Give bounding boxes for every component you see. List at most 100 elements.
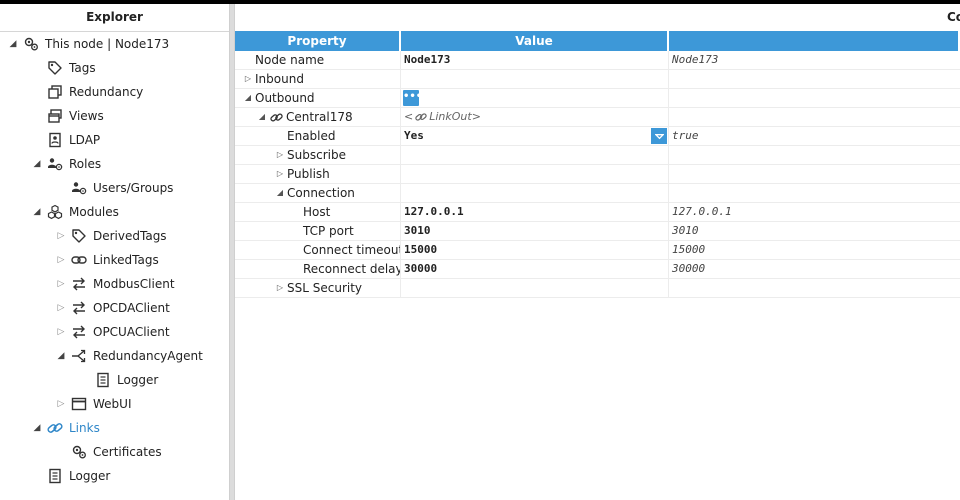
config-panel-header: Co	[235, 4, 960, 32]
config-panel: Co Property Value Node name Node173 Node…	[235, 4, 960, 500]
gears-icon	[22, 35, 40, 53]
value-cell: < LinkOut>	[401, 108, 669, 126]
collapsed-arrow-icon[interactable]: ▷	[275, 279, 285, 297]
column-header-raw[interactable]	[669, 31, 960, 51]
enabled-dropdown[interactable]: Yes	[401, 127, 669, 145]
config-panel-title: Co	[947, 10, 960, 24]
tree-item-links[interactable]: ◢ Links	[32, 416, 100, 440]
dropdown-button[interactable]	[651, 128, 667, 144]
collapsed-arrow-icon[interactable]: ▷	[56, 248, 66, 272]
tree-item-modules[interactable]: ◢ Modules	[32, 200, 119, 224]
property-row-node-name[interactable]: Node name Node173 Node173	[235, 51, 960, 70]
windows-icon	[46, 107, 64, 125]
property-row-connect-timeout[interactable]: Connect timeout 15000 15000	[235, 241, 960, 260]
property-row-host[interactable]: Host 127.0.0.1 127.0.0.1	[235, 203, 960, 222]
collapsed-arrow-icon[interactable]: ▷	[243, 70, 253, 88]
raw-value-cell	[669, 70, 960, 88]
tree-item-ldap[interactable]: LDAP	[32, 128, 100, 152]
tree-item-linkedtags[interactable]: ▷ LinkedTags	[56, 248, 159, 272]
property-row-connection[interactable]: ◢ Connection	[235, 184, 960, 203]
explorer-panel: Explorer ◢ This node | Node173 Tags Redu…	[0, 4, 229, 500]
tag-icon	[70, 227, 88, 245]
tree-item-redundancy[interactable]: Redundancy	[32, 80, 143, 104]
value-cell[interactable]: 3010	[401, 222, 669, 240]
book-icon	[46, 467, 64, 485]
value-cell[interactable]: 127.0.0.1	[401, 203, 669, 221]
collapsed-arrow-icon[interactable]: ▷	[275, 165, 285, 183]
gears-icon	[70, 443, 88, 461]
property-row-central178[interactable]: ◢ Central178 < LinkOut>	[235, 108, 960, 127]
value-cell	[401, 165, 669, 183]
users-gear-icon	[46, 155, 64, 173]
property-row-ssl-security[interactable]: ▷ SSL Security	[235, 279, 960, 298]
value-cell[interactable]: 30000	[401, 260, 669, 278]
property-row-tcp-port[interactable]: TCP port 3010 3010	[235, 222, 960, 241]
tree-item-derivedtags[interactable]: ▷ DerivedTags	[56, 224, 167, 248]
column-header-property[interactable]: Property	[235, 31, 401, 51]
tree-item-opcuaclient[interactable]: ▷ OPCUAClient	[56, 320, 170, 344]
property-row-enabled[interactable]: Enabled Yes true	[235, 127, 960, 146]
tree-item-opcdaclient[interactable]: ▷ OPCDAClient	[56, 296, 170, 320]
tree-item-label: This node | Node173	[45, 37, 170, 51]
tree-item-certificates[interactable]: Certificates	[56, 440, 162, 464]
tree-item-roles[interactable]: ◢ Roles	[32, 152, 102, 176]
arrows-exchange-icon	[70, 299, 88, 317]
column-header-value[interactable]: Value	[401, 31, 669, 51]
expanded-arrow-icon[interactable]: ◢	[243, 89, 253, 107]
value-cell[interactable]: 15000	[401, 241, 669, 259]
tree-item-webui[interactable]: ▷ WebUI	[56, 392, 132, 416]
tree-item-logger[interactable]: Logger	[32, 464, 110, 488]
value-cell	[401, 146, 669, 164]
tree-item-users-groups[interactable]: Users/Groups	[56, 176, 173, 200]
raw-value-cell: 15000	[672, 243, 706, 256]
tree-item-this-node[interactable]: ◢ This node | Node173	[8, 32, 170, 56]
collapsed-arrow-icon[interactable]: ▷	[56, 320, 66, 344]
collapsed-arrow-icon[interactable]: ▷	[56, 392, 66, 416]
value-cell	[401, 279, 669, 297]
tree-item-tags[interactable]: Tags	[32, 56, 96, 80]
value-cell	[401, 70, 669, 88]
raw-value-cell: 127.0.0.1	[672, 205, 732, 218]
ldap-icon	[46, 131, 64, 149]
arrows-exchange-icon	[70, 275, 88, 293]
tree-item-redundancyagent[interactable]: ◢ RedundancyAgent	[56, 344, 203, 368]
link-icon	[70, 251, 88, 269]
raw-value-cell: 30000	[672, 262, 706, 275]
property-row-subscribe[interactable]: ▷ Subscribe	[235, 146, 960, 165]
raw-value-cell	[669, 279, 960, 297]
value-cell: •••	[401, 89, 669, 107]
property-row-reconnect-delay[interactable]: Reconnect delay 30000 30000	[235, 260, 960, 279]
expanded-arrow-icon[interactable]: ◢	[32, 200, 42, 224]
raw-value-cell	[669, 146, 960, 164]
book-icon	[94, 371, 112, 389]
collapsed-arrow-icon[interactable]: ▷	[56, 296, 66, 320]
linkout-value: < LinkOut>	[404, 110, 481, 124]
explorer-title: Explorer	[0, 4, 229, 32]
collapsed-arrow-icon[interactable]: ▷	[275, 146, 285, 164]
expanded-arrow-icon[interactable]: ◢	[32, 152, 42, 176]
expanded-arrow-icon[interactable]: ◢	[257, 108, 267, 126]
raw-value-cell	[669, 184, 960, 202]
expanded-arrow-icon[interactable]: ◢	[8, 32, 18, 56]
tree-item-modbusclient[interactable]: ▷ ModbusClient	[56, 272, 175, 296]
expanded-arrow-icon[interactable]: ◢	[56, 344, 66, 368]
value-cell[interactable]: Node173	[401, 51, 669, 69]
property-row-inbound[interactable]: ▷ Inbound	[235, 70, 960, 89]
users-gear-icon	[70, 179, 88, 197]
more-options-button[interactable]: •••	[403, 90, 422, 106]
expanded-arrow-icon[interactable]: ◢	[32, 416, 42, 440]
tree-item-logger-module[interactable]: Logger	[80, 368, 158, 392]
link-icon	[414, 110, 428, 124]
chevron-down-icon	[654, 133, 664, 139]
cubes-icon	[46, 203, 64, 221]
copy-icon	[46, 83, 64, 101]
property-row-outbound[interactable]: ◢ Outbound •••	[235, 89, 960, 108]
property-grid: Property Value Node name Node173 Node173…	[235, 31, 960, 298]
expanded-arrow-icon[interactable]: ◢	[275, 184, 285, 202]
collapsed-arrow-icon[interactable]: ▷	[56, 272, 66, 296]
collapsed-arrow-icon[interactable]: ▷	[56, 224, 66, 248]
raw-value-cell: 3010	[672, 224, 699, 237]
raw-value-cell	[669, 89, 960, 107]
tree-item-views[interactable]: Views	[32, 104, 104, 128]
property-row-publish[interactable]: ▷ Publish	[235, 165, 960, 184]
